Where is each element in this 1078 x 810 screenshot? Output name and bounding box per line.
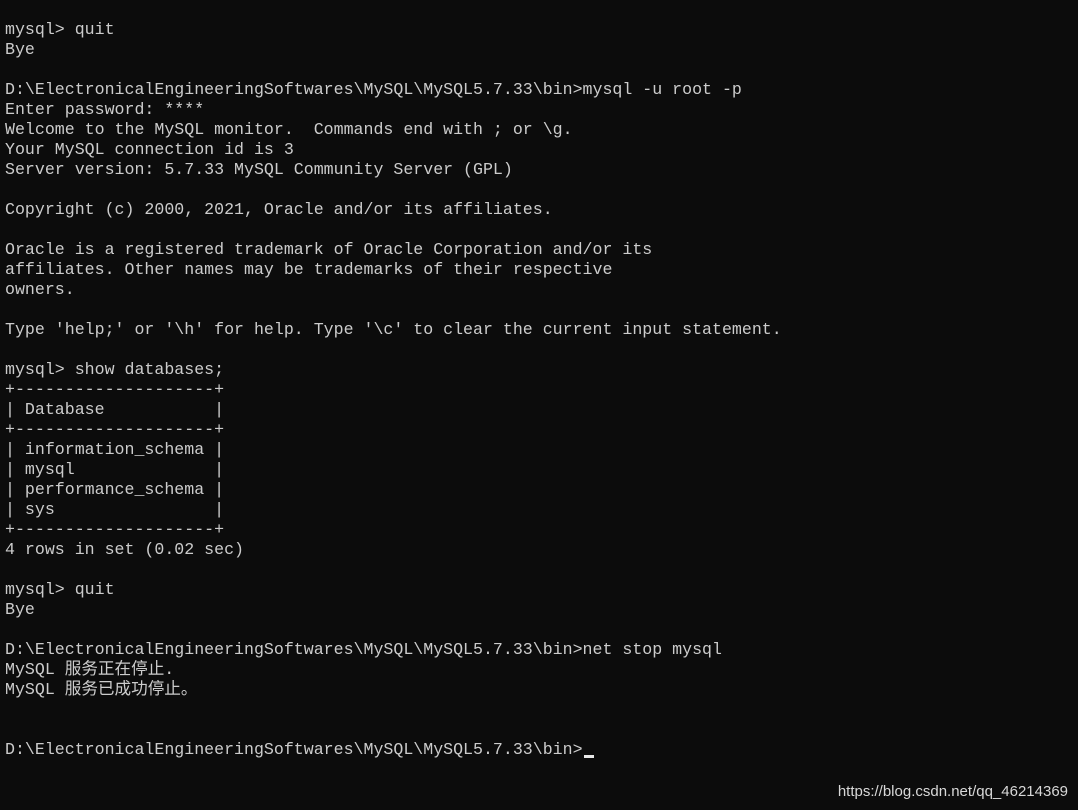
terminal-line: +--------------------+ [5, 380, 225, 399]
terminal-line: D:\ElectronicalEngineeringSoftwares\MySQ… [5, 80, 742, 99]
terminal-line: | performance_schema | [5, 480, 225, 499]
terminal-line: MySQL 服务正在停止. [5, 660, 175, 679]
terminal-line: Bye [5, 40, 35, 59]
terminal-line: | information_schema | [5, 440, 225, 459]
terminal-line: +--------------------+ [5, 520, 225, 539]
terminal-line: Copyright (c) 2000, 2021, Oracle and/or … [5, 200, 553, 219]
terminal-line: | sys | [5, 500, 225, 519]
terminal-line: mysql> show databases; [5, 360, 225, 379]
terminal-line: owners. [5, 280, 75, 299]
cursor-icon [583, 755, 594, 758]
terminal-line: Type 'help;' or '\h' for help. Type '\c'… [5, 320, 782, 339]
terminal-line: Server version: 5.7.33 MySQL Community S… [5, 160, 513, 179]
terminal-line: affiliates. Other names may be trademark… [5, 260, 613, 279]
terminal-line: +--------------------+ [5, 420, 225, 439]
terminal-line: Enter password: **** [5, 100, 205, 119]
terminal-line: mysql> quit [5, 20, 115, 39]
command-prompt[interactable]: D:\ElectronicalEngineeringSoftwares\MySQ… [5, 740, 782, 760]
terminal-line: Oracle is a registered trademark of Orac… [5, 240, 653, 259]
prompt-text: D:\ElectronicalEngineeringSoftwares\MySQ… [5, 740, 583, 759]
terminal-line: Welcome to the MySQL monitor. Commands e… [5, 120, 573, 139]
watermark: https://blog.csdn.net/qq_46214369 [837, 783, 1068, 800]
terminal-line: mysql> quit [5, 580, 115, 599]
terminal-line: D:\ElectronicalEngineeringSoftwares\MySQ… [5, 640, 722, 659]
terminal-line: 4 rows in set (0.02 sec) [5, 540, 244, 559]
terminal-line: MySQL 服务已成功停止。 [5, 680, 198, 699]
terminal-line: Your MySQL connection id is 3 [5, 140, 294, 159]
terminal-line: Bye [5, 600, 35, 619]
terminal-output[interactable]: mysql> quit Bye D:\ElectronicalEngineering… [5, 20, 782, 760]
terminal-line: | Database | [5, 400, 225, 419]
terminal-line: | mysql | [5, 460, 225, 479]
